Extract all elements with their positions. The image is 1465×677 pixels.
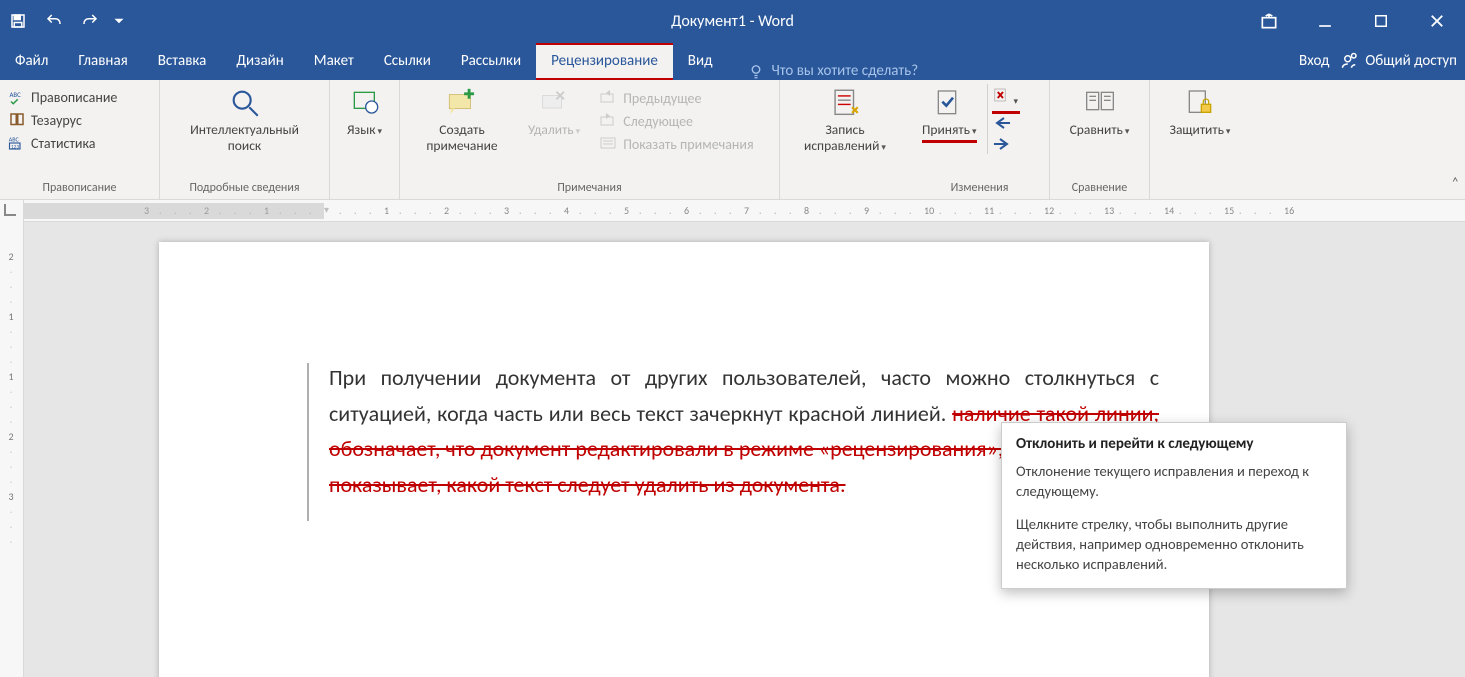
compare-button[interactable]: Сравнить▾ — [1064, 84, 1136, 140]
share-button[interactable]: Общий доступ — [1341, 52, 1457, 70]
comment-prev-icon — [600, 89, 618, 107]
ribbon: ABC Правописание Тезаурус ABC123 Статист… — [0, 80, 1465, 200]
language-button[interactable]: Язык▾ — [341, 84, 388, 140]
reject-button[interactable]: ▾ — [992, 84, 1021, 114]
smart-lookup-button[interactable]: Интеллектуальный поиск — [166, 84, 323, 155]
book-icon — [8, 111, 26, 129]
qat-customize[interactable] — [108, 0, 130, 42]
tab-insert[interactable]: Вставка — [143, 43, 222, 80]
maximize-button[interactable] — [1353, 0, 1409, 42]
document-area: 2···1···1···2···3··· ▾ 3···2···1···1···2… — [0, 200, 1465, 677]
tab-design[interactable]: Дизайн — [221, 43, 298, 80]
minimize-button[interactable] — [1297, 0, 1353, 42]
vertical-ruler[interactable]: 2···1···1···2···3··· — [0, 200, 24, 677]
revision-marker[interactable] — [307, 363, 309, 521]
delete-comment-button: Удалить▾ — [522, 84, 586, 140]
group-label-proofing: Правописание — [6, 181, 153, 197]
word-count-button[interactable]: ABC123 Статистика — [6, 133, 119, 153]
comment-x-icon — [537, 86, 571, 120]
next-change-button[interactable] — [992, 135, 1021, 156]
ribbon-display-options[interactable] — [1241, 0, 1297, 42]
arrow-left-icon — [992, 114, 1010, 132]
accept-button[interactable]: Принять▾ — [916, 84, 983, 145]
spelling-button[interactable]: ABC Правописание — [6, 87, 119, 107]
magnifier-icon — [228, 86, 262, 120]
save-button[interactable] — [0, 0, 36, 42]
svg-text:ABC: ABC — [9, 136, 20, 144]
comment-plus-icon — [445, 86, 479, 120]
compare-icon — [1083, 86, 1117, 120]
close-button[interactable] — [1409, 0, 1465, 42]
reject-icon — [994, 86, 1012, 104]
show-comments-button: Показать примечания — [598, 134, 755, 154]
chevron-down-icon[interactable]: ▾ — [1014, 96, 1019, 107]
group-label-comments: Примечания — [406, 181, 773, 197]
track-changes-button[interactable]: Запись исправлений▾ — [786, 84, 904, 155]
group-label-language — [336, 181, 393, 197]
comment-list-icon — [600, 135, 618, 153]
prev-comment-button: Предыдущее — [598, 88, 755, 108]
protect-button[interactable]: Защитить▾ — [1164, 84, 1237, 140]
undo-button[interactable] — [36, 0, 72, 42]
reject-tooltip: Отклонить и перейти к следующему Отклоне… — [1001, 422, 1347, 589]
tab-view[interactable]: Вид — [673, 43, 728, 80]
tab-home[interactable]: Главная — [63, 43, 142, 80]
tell-me-search[interactable]: Что вы хотите сделать? — [747, 62, 918, 80]
stats-icon: ABC123 — [8, 134, 26, 152]
tab-references[interactable]: Ссылки — [369, 43, 446, 80]
window-title: Документ1 - Word — [671, 12, 794, 31]
ribbon-tabs: Файл Главная Вставка Дизайн Макет Ссылки… — [0, 42, 1465, 80]
group-label-insights: Подробные сведения — [166, 181, 323, 197]
track-changes-icon — [828, 86, 862, 120]
group-label-compare: Сравнение — [1056, 181, 1143, 197]
redo-button[interactable] — [72, 0, 108, 42]
tooltip-title: Отклонить и перейти к следующему — [1016, 435, 1332, 453]
tab-review[interactable]: Рецензирование — [536, 43, 673, 80]
svg-text:123: 123 — [11, 144, 19, 150]
collapse-ribbon[interactable]: ˄ — [1451, 174, 1459, 191]
arrow-right-icon — [992, 135, 1010, 153]
comment-next-icon — [600, 112, 618, 130]
tab-layout[interactable]: Макет — [299, 43, 369, 80]
group-label-changes: Изменения — [916, 181, 1043, 197]
tab-file[interactable]: Файл — [0, 43, 63, 80]
lock-doc-icon — [1183, 86, 1217, 120]
abc-check-icon: ABC — [8, 88, 26, 106]
next-comment-button: Следующее — [598, 111, 755, 131]
accept-icon — [932, 86, 966, 120]
chevron-down-icon: ▾ — [377, 126, 382, 137]
signin-link[interactable]: Вход — [1299, 52, 1329, 70]
prev-change-button[interactable] — [992, 114, 1021, 135]
svg-text:ABC: ABC — [10, 91, 22, 99]
tell-me-placeholder: Что вы хотите сделать? — [771, 62, 918, 80]
tab-mailings[interactable]: Рассылки — [446, 43, 536, 80]
tab-selector[interactable] — [4, 204, 16, 216]
tooltip-p2: Щелкните стрелку, чтобы выполнить другие… — [1016, 514, 1332, 575]
title-bar: Документ1 - Word — [0, 0, 1465, 42]
globe-icon — [348, 86, 382, 120]
new-comment-button[interactable]: Создать примечание — [406, 84, 518, 155]
thesaurus-button[interactable]: Тезаурус — [6, 110, 119, 130]
horizontal-ruler[interactable]: ▾ 3···2···1···1···2···3···4···5···6···7·… — [24, 200, 1465, 222]
tooltip-p1: Отклонение текущего исправления и перехо… — [1016, 461, 1332, 502]
